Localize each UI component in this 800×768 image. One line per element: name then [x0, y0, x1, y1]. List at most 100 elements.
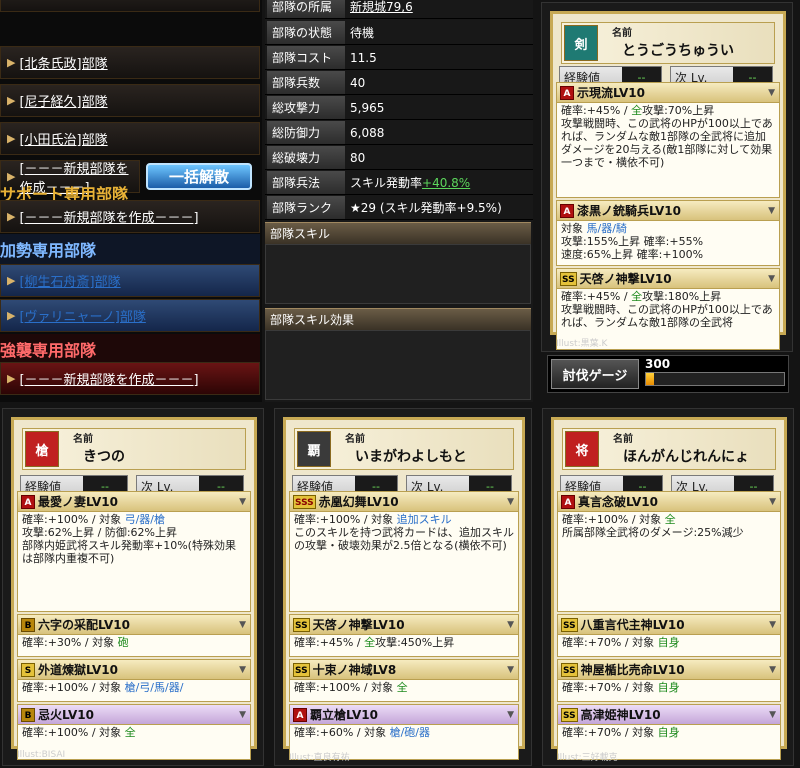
skill-header: S 外道煉獄LV10 ▼ — [18, 660, 250, 680]
new-unit-link: [－－－新規部隊を作成－－－] — [19, 211, 199, 226]
unit-row[interactable]: ▶ [尼子経久]部隊 — [0, 84, 260, 117]
card-frame: 将 名前 ほんがんじれんにょ 経験値 -- 次 Lv. -- A 真言念破LV10 ▼ 確率:… — [551, 417, 787, 760]
skill-description: 確率:+70% / 対象 自身 — [558, 680, 780, 695]
skill-name: 神屋楯比売命LV10 — [580, 663, 685, 677]
skill-rank-badge: SS — [561, 662, 578, 677]
stat-row: 部隊コスト 11.5 — [265, 45, 533, 70]
unit-row[interactable]: ▶ [柳生石舟斎]部隊 — [0, 264, 260, 297]
stat-value: 11.5 — [350, 50, 377, 65]
skill-text: 確率:+45% / — [561, 290, 632, 303]
skill-description: 確率:+100% / 対象 全 — [290, 680, 518, 695]
unit-detail-panel: 部隊の所属 新規城79,6 部隊の状態 待機 部隊コスト 11.5 部隊兵数 40 総攻… — [265, 0, 533, 402]
expand-arrow-icon[interactable]: ▼ — [769, 497, 776, 507]
expand-arrow-icon[interactable]: ▼ — [239, 665, 246, 675]
skill-name: 忌火LV10 — [38, 708, 94, 722]
name-label: 名前 — [73, 434, 93, 445]
skill-box[interactable]: SS 天啓ノ神撃LV10 ▼ 確率:+45% / 全攻撃:450%上昇 — [289, 614, 519, 657]
skill-rank-badge: B — [21, 617, 35, 632]
card-frame: 剣 名前 とうごうちゅうい 経験値 -- 次 Lv. -- A 示現流LV10 ▼ 確率:+4… — [550, 11, 786, 350]
stat-value: スキル発動率 +40.8% — [350, 170, 470, 195]
general-card[interactable]: 将 名前 ほんがんじれんにょ 経験値 -- 次 Lv. -- A 真言念破LV10 ▼ 確率:… — [542, 408, 794, 766]
skill-name: 天啓ノ神撃LV10 — [312, 618, 405, 632]
card-type-icon: 剣 — [564, 25, 598, 61]
unit-link: [小田氏治]部隊 — [19, 133, 108, 148]
skill-description: 確率:+100% / 対象 弓/器/槍 攻撃:62%上昇 / 防御:62%上昇 … — [18, 512, 250, 566]
expand-arrow-icon[interactable]: ▼ — [507, 620, 514, 630]
expand-arrow-icon[interactable]: ▼ — [507, 665, 514, 675]
skill-text: 確率:+100% / 対象 — [562, 513, 665, 526]
skill-box[interactable]: A 真言念破LV10 ▼ 確率:+100% / 対象 全 所属部隊全武将のダメージ:… — [557, 491, 781, 612]
skill-header: SS 八重言代主神LV10 ▼ — [558, 615, 780, 635]
gauge-value: 300 — [645, 357, 671, 371]
expand-arrow-icon[interactable]: ▼ — [769, 710, 776, 720]
name-plate: 覇 名前 いまがわよしもと — [294, 428, 514, 470]
skill-header: A 示現流LV10 ▼ — [557, 83, 779, 103]
skill-target: 槍/弓/馬/器/ — [124, 681, 184, 694]
arrow-icon: ▶ — [7, 56, 16, 69]
skill-target: 自身 — [657, 636, 680, 649]
skill-text: 確率:+70% / 対象 — [562, 636, 658, 649]
name-plate: 将 名前 ほんがんじれんにょ — [562, 428, 776, 470]
skill-box[interactable]: SS 八重言代主神LV10 ▼ 確率:+70% / 対象 自身 — [557, 614, 781, 657]
skill-description: 確率:+60% / 対象 槍/砲/器 — [290, 725, 518, 740]
stat-value: 5,965 — [350, 100, 385, 115]
expand-arrow-icon[interactable]: ▼ — [507, 710, 514, 720]
unit-row[interactable]: ▶ [小田氏治]部隊 — [0, 122, 260, 155]
expand-arrow-icon[interactable]: ▼ — [239, 710, 246, 720]
skill-header: SS 高津姫神LV10 ▼ — [558, 705, 780, 725]
skill-target: 砲 — [117, 636, 129, 649]
illustrator-credit: Illust:直良有祐 — [289, 753, 350, 763]
skill-description: 確率:+45% / 全攻撃:180%上昇 攻撃戦闘時、この武将のHPが100以上… — [557, 289, 779, 330]
unit-row[interactable]: ▶ [北条氏政]部隊 — [0, 46, 260, 79]
stat-row: 部隊ランク ★29 (スキル発動率+9.5%) — [265, 195, 533, 220]
unit-skill-body — [265, 244, 531, 304]
expand-arrow-icon[interactable]: ▼ — [768, 206, 775, 216]
stat-row: 部隊兵法 スキル発動率 +40.8% — [265, 170, 533, 195]
skill-rank-badge: A — [21, 494, 35, 509]
skill-text: 確率:+45% / — [561, 104, 632, 117]
gauge-fill — [646, 373, 655, 385]
skill-text: 確率:+70% / 対象 — [562, 726, 658, 739]
skill-name: 八重言代主神LV10 — [580, 618, 685, 632]
unit-link: [尼子経久]部隊 — [19, 95, 108, 110]
stat-value[interactable]: 新規城79,6 — [350, 0, 413, 19]
unit-row-top-partial[interactable] — [0, 0, 260, 12]
skill-box[interactable]: A 漆黒ノ銃騎兵LV10 ▼ 対象 馬/器/騎 攻撃:155%上昇 確率:+55% … — [556, 200, 780, 266]
skill-box[interactable]: B 六字の采配LV10 ▼ 確率:+30% / 対象 砲 — [17, 614, 251, 657]
skill-text: 確率:+100% / 対象 — [294, 513, 397, 526]
skill-box[interactable]: SS 十束ノ神域LV8 ▼ 確率:+100% / 対象 全 — [289, 659, 519, 702]
stat-label: 部隊コスト — [267, 46, 345, 69]
general-card[interactable]: 剣 名前 とうごうちゅうい 経験値 -- 次 Lv. -- A 示現流LV10 ▼ 確率:+4… — [541, 2, 793, 352]
tactic-bonus[interactable]: +40.8% — [422, 176, 470, 190]
expand-arrow-icon[interactable]: ▼ — [239, 497, 246, 507]
skill-description: 確率:+100% / 対象 全 所属部隊全武将のダメージ:25%減少 — [558, 512, 780, 540]
unit-row[interactable]: ▶ [ヴァリニャーノ]部隊 — [0, 299, 260, 332]
new-unit-row[interactable]: ▶ [－－－新規部隊を作成－－－] — [0, 362, 260, 395]
new-unit-row[interactable]: ▶ [－－－新規部隊を作成－－－] — [0, 200, 260, 233]
arrow-icon: ▶ — [7, 210, 16, 223]
skill-box[interactable]: SS 神屋楯比売命LV10 ▼ 確率:+70% / 対象 自身 — [557, 659, 781, 702]
skill-box[interactable]: A 示現流LV10 ▼ 確率:+45% / 全攻撃:70%上昇 攻撃戦闘時、この武将… — [556, 82, 780, 198]
skill-rank-badge: SS — [293, 617, 310, 632]
subjugation-gauge: 討伐ゲージ 300 — [547, 355, 789, 393]
expand-arrow-icon[interactable]: ▼ — [239, 620, 246, 630]
expand-arrow-icon[interactable]: ▼ — [507, 497, 514, 507]
card-frame: 槍 名前 きつの 経験値 -- 次 Lv. -- A 最愛ノ妻LV10 ▼ 確率:+100% … — [11, 417, 257, 760]
expand-arrow-icon[interactable]: ▼ — [769, 665, 776, 675]
expand-arrow-icon[interactable]: ▼ — [769, 620, 776, 630]
new-unit-link: [－－－新規部隊を作成－－－] — [19, 373, 199, 388]
skill-name: 赤凰幻舞LV10 — [318, 495, 399, 509]
skill-box[interactable]: SSS 赤凰幻舞LV10 ▼ 確率:+100% / 対象 追加スキル このスキルを持… — [289, 491, 519, 612]
card-type-icon: 将 — [565, 431, 599, 467]
skill-box[interactable]: A 最愛ノ妻LV10 ▼ 確率:+100% / 対象 弓/器/槍 攻撃:62%上昇 … — [17, 491, 251, 612]
arrow-icon: ▶ — [7, 132, 16, 145]
general-name: きつの — [83, 449, 125, 465]
skill-description: 確率:+100% / 対象 追加スキル このスキルを持つ武将カードは、追加スキル… — [290, 512, 518, 553]
skill-description: 対象 馬/器/騎 攻撃:155%上昇 確率:+55% 速度:65%上昇 確率:+… — [557, 221, 779, 262]
skill-box[interactable]: S 外道煉獄LV10 ▼ 確率:+100% / 対象 槍/弓/馬/器/ — [17, 659, 251, 702]
expand-arrow-icon[interactable]: ▼ — [768, 274, 775, 284]
expand-arrow-icon[interactable]: ▼ — [768, 88, 775, 98]
general-card[interactable]: 覇 名前 いまがわよしもと 経験値 -- 次 Lv. -- SSS 赤凰幻舞LV10 ▼ 確率… — [274, 408, 532, 766]
general-card[interactable]: 槍 名前 きつの 経験値 -- 次 Lv. -- A 最愛ノ妻LV10 ▼ 確率:+100% … — [2, 408, 264, 766]
skill-effect: 所属部隊全武将のダメージ:25%減少 — [562, 526, 744, 539]
